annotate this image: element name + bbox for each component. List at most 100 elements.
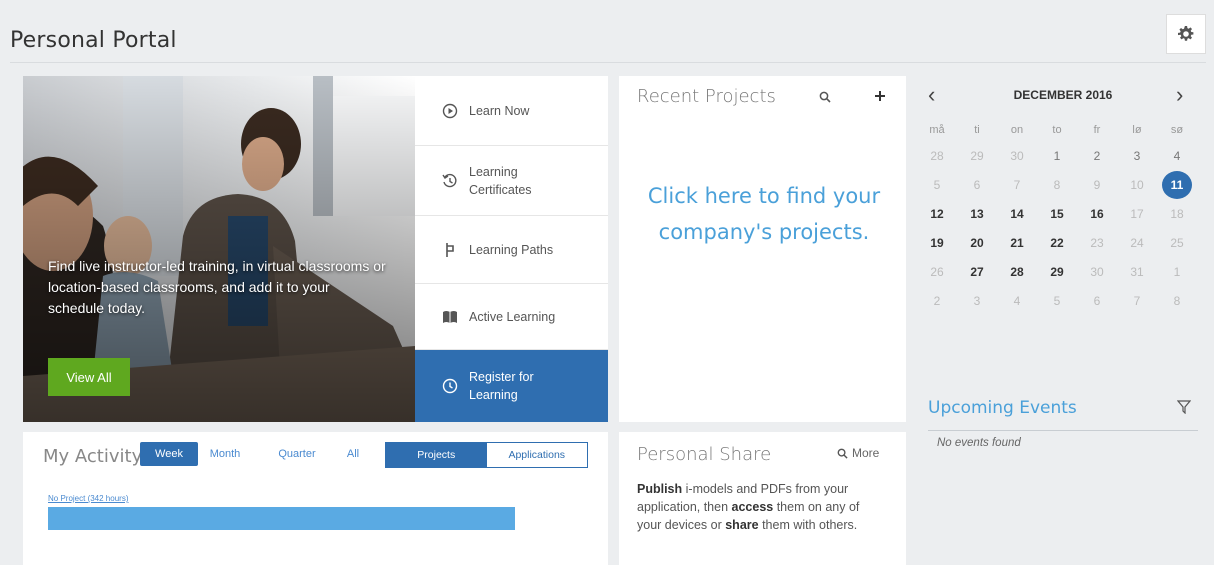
calendar-day[interactable]: 14: [1002, 200, 1032, 228]
more-label: More: [852, 446, 880, 460]
calendar-day[interactable]: 2: [1082, 142, 1112, 170]
menu-label: Active Learning: [469, 309, 556, 324]
calendar-day[interactable]: 4: [1162, 142, 1192, 170]
calendar-day[interactable]: 9: [1082, 171, 1112, 199]
personal-share-title: Personal Share: [637, 444, 772, 465]
menu-item-learning-paths[interactable]: Learning Paths: [415, 216, 608, 284]
period-month[interactable]: Month: [203, 442, 247, 466]
menu-item-learn-now[interactable]: Learn Now: [415, 76, 608, 146]
recent-projects-card: Recent Projects Click here to find your …: [619, 76, 906, 422]
my-activity-card: My Activity Week Month Quarter All Proje…: [23, 432, 608, 565]
calendar-day[interactable]: 31: [1122, 258, 1152, 286]
calendar-day[interactable]: 5: [1042, 287, 1072, 315]
toggle-projects[interactable]: Projects: [386, 443, 487, 467]
calendar-day[interactable]: 22: [1042, 229, 1072, 257]
access-word: access: [731, 500, 774, 514]
calendar: ‹ DECEMBER 2016 › må ti on to fr lø sø 28 29 30 1…: [920, 76, 1206, 366]
menu-item-learning-certificates[interactable]: Learning Certificates: [415, 146, 608, 216]
clock-icon: [439, 378, 461, 394]
calendar-weekday: on: [1010, 124, 1024, 136]
calendar-day[interactable]: 5: [922, 171, 952, 199]
gear-icon: [1178, 26, 1194, 41]
calendar-day[interactable]: 7: [1122, 287, 1152, 315]
calendar-day[interactable]: 21: [1002, 229, 1032, 257]
upcoming-events-divider: [928, 430, 1198, 431]
calendar-day[interactable]: 13: [962, 200, 992, 228]
period-quarter[interactable]: Quarter: [268, 442, 326, 466]
page-title: Personal Portal: [10, 28, 177, 53]
calendar-weekday: må: [929, 124, 945, 136]
filter-icon[interactable]: [1176, 400, 1192, 419]
calendar-weekday: sø: [1170, 124, 1184, 136]
search-icon: [837, 448, 848, 459]
calendar-day[interactable]: 1: [1162, 258, 1192, 286]
no-events-text: No events found: [937, 437, 1021, 449]
calendar-weekday: to: [1052, 124, 1062, 136]
calendar-day[interactable]: 30: [1002, 142, 1032, 170]
publish-word: Publish: [637, 482, 683, 496]
calendar-day[interactable]: 18: [1162, 200, 1192, 228]
calendar-day[interactable]: 12: [922, 200, 952, 228]
top-bar: Personal Portal: [0, 0, 1214, 66]
calendar-day[interactable]: 10: [1122, 171, 1152, 199]
activity-bar[interactable]: [48, 507, 515, 530]
personal-share-text: Publish i-models and PDFs from your appl…: [637, 480, 882, 534]
toggle-applications[interactable]: Applications: [486, 443, 587, 467]
calendar-day[interactable]: 15: [1042, 200, 1072, 228]
view-all-button[interactable]: View All: [48, 358, 130, 396]
calendar-day[interactable]: 29: [1042, 258, 1072, 286]
calendar-weekday: ti: [974, 124, 980, 136]
add-icon[interactable]: [874, 89, 886, 107]
share-word: share: [725, 518, 759, 532]
calendar-day[interactable]: 19: [922, 229, 952, 257]
bar-label[interactable]: No Project (342 hours): [48, 494, 128, 503]
book-icon: [439, 310, 461, 324]
menu-item-register-for-learning[interactable]: Register for Learning: [415, 350, 608, 422]
calendar-weekday: lø: [1132, 124, 1142, 136]
calendar-day[interactable]: 3: [962, 287, 992, 315]
calendar-day[interactable]: 16: [1082, 200, 1112, 228]
calendar-day[interactable]: 24: [1122, 229, 1152, 257]
personal-share-card: Personal Share More Publish i-models and…: [619, 432, 906, 565]
menu-label: Learning Certificates: [469, 164, 532, 197]
calendar-day[interactable]: 20: [962, 229, 992, 257]
calendar-day[interactable]: 25: [1162, 229, 1192, 257]
calendar-day[interactable]: 30: [1082, 258, 1112, 286]
hero-banner: Find live instructor-led training, in vi…: [23, 76, 415, 422]
menu-item-active-learning[interactable]: Active Learning: [415, 284, 608, 350]
upcoming-events-title: Upcoming Events: [928, 398, 1077, 418]
calendar-day[interactable]: 7: [1002, 171, 1032, 199]
calendar-day[interactable]: 29: [962, 142, 992, 170]
menu-label: Learning Paths: [469, 242, 554, 257]
share-text-3: them with others.: [758, 518, 858, 532]
calendar-day[interactable]: 6: [1082, 287, 1112, 315]
history-icon: [439, 173, 461, 189]
calendar-day[interactable]: 1: [1042, 142, 1072, 170]
calendar-day[interactable]: 23: [1082, 229, 1112, 257]
calendar-day[interactable]: 6: [962, 171, 992, 199]
calendar-day-today[interactable]: 11: [1162, 171, 1192, 199]
settings-button[interactable]: [1166, 14, 1206, 54]
more-button[interactable]: More: [837, 446, 879, 460]
calendar-day[interactable]: 28: [922, 142, 952, 170]
recent-projects-title: Recent Projects: [637, 86, 776, 107]
calendar-next-button[interactable]: ›: [1176, 82, 1183, 108]
find-projects-link[interactable]: Click here to find your company's projec…: [619, 178, 909, 250]
calendar-day[interactable]: 17: [1122, 200, 1152, 228]
my-activity-title: My Activity: [43, 446, 143, 467]
calendar-day[interactable]: 4: [1002, 287, 1032, 315]
calendar-day[interactable]: 8: [1042, 171, 1072, 199]
calendar-day[interactable]: 3: [1122, 142, 1152, 170]
calendar-day[interactable]: 28: [1002, 258, 1032, 286]
calendar-day[interactable]: 26: [922, 258, 952, 286]
calendar-day[interactable]: 8: [1162, 287, 1192, 315]
menu-label: Learn Now: [469, 103, 530, 118]
calendar-day[interactable]: 2: [922, 287, 952, 315]
menu-label: Register for Learning: [469, 370, 534, 402]
hero-text: Find live instructor-led training, in vi…: [48, 258, 386, 316]
calendar-month: DECEMBER 2016: [1013, 88, 1113, 102]
period-week[interactable]: Week: [140, 442, 198, 466]
calendar-day[interactable]: 27: [962, 258, 992, 286]
search-icon[interactable]: [819, 90, 831, 108]
period-all[interactable]: All: [341, 442, 365, 466]
